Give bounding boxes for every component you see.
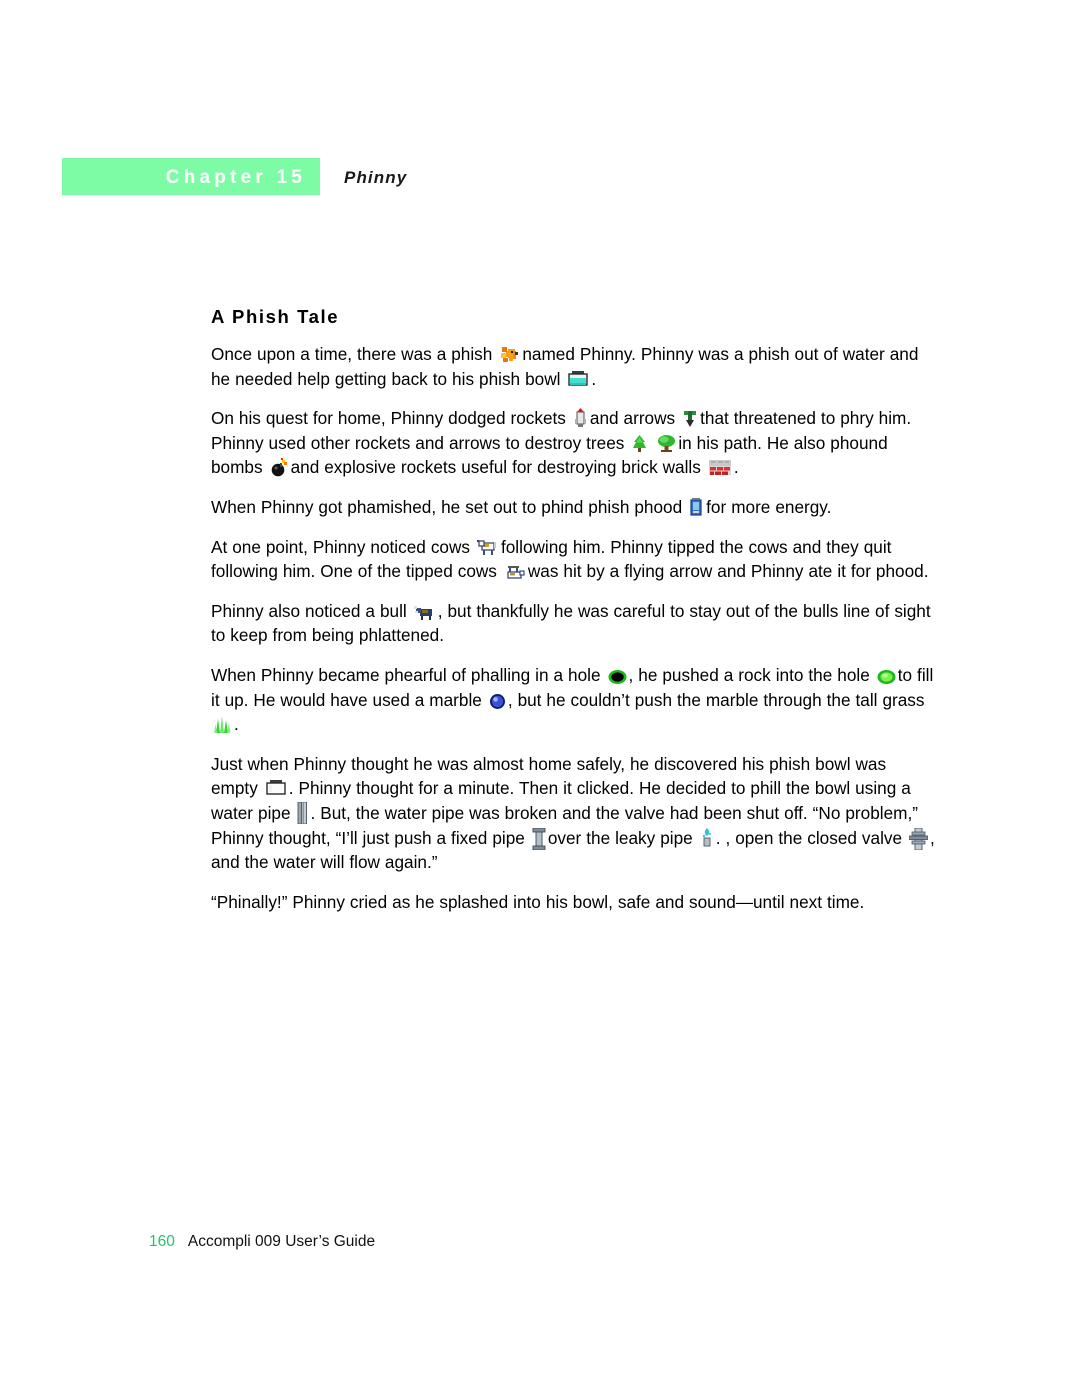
p6-text-b: , he pushed a rock into the hole bbox=[628, 664, 870, 685]
bull-icon bbox=[413, 604, 436, 621]
p6-text-a: When Phinny became phearful of phalling … bbox=[211, 664, 601, 685]
brick-wall-icon bbox=[708, 458, 732, 477]
p6-text-e: . bbox=[234, 714, 239, 735]
phish-bowl-empty-icon bbox=[265, 779, 287, 798]
document-name: Accompli 009 User’s Guide bbox=[187, 1233, 376, 1250]
water-pipe-icon bbox=[297, 801, 308, 824]
chapter-header: Chapter 15 Phinny bbox=[0, 158, 1080, 198]
p3-text-a: When Phinny got phamished, he set out to… bbox=[211, 496, 683, 517]
p4-text-a: At one point, Phinny noticed cows bbox=[211, 536, 470, 557]
paragraph-2: On his quest for home, Phinny dodged roc… bbox=[211, 406, 935, 480]
page-footer: 160 Accompli 009 User’s Guide bbox=[149, 1233, 375, 1251]
phish-phood-icon bbox=[689, 497, 704, 517]
cow-icon bbox=[476, 538, 499, 557]
tall-grass-icon bbox=[213, 715, 232, 734]
bomb-icon bbox=[270, 458, 289, 477]
page-number: 160 bbox=[149, 1233, 175, 1250]
phish-bowl-full-icon bbox=[567, 370, 589, 389]
chapter-label: Chapter 15 bbox=[165, 167, 306, 188]
p7-text-e: . , open the closed valve bbox=[715, 827, 903, 848]
paragraph-6: When Phinny became phearful of phalling … bbox=[211, 663, 935, 737]
p6-text-d: , but he couldn’t push the marble throug… bbox=[507, 689, 925, 710]
p3-text-b: for more energy. bbox=[706, 496, 832, 517]
p1-text-a: Once upon a time, there was a phish bbox=[211, 344, 493, 364]
phish-fish-icon bbox=[499, 346, 520, 364]
arrow-icon bbox=[682, 410, 698, 428]
rocket-icon bbox=[573, 408, 588, 428]
paragraph-5: Phinny also noticed a bull , but thankfu… bbox=[211, 599, 935, 648]
tipped-cow-icon bbox=[504, 562, 526, 581]
fixed-pipe-icon bbox=[532, 827, 546, 850]
marble-icon bbox=[489, 693, 506, 710]
paragraph-1: Once upon a time, there was a phish name… bbox=[211, 342, 935, 391]
hole-icon bbox=[608, 669, 627, 685]
running-head-title: Phinny bbox=[344, 168, 408, 187]
tree-trunk-icon bbox=[657, 434, 676, 453]
valve-icon bbox=[909, 827, 929, 850]
paragraph-3: When Phinny got phamished, he set out to… bbox=[211, 495, 935, 520]
p5-text-a: Phinny also noticed a bull bbox=[211, 600, 407, 621]
paragraph-8: “Phinally!” Phinny cried as he splashed … bbox=[211, 891, 865, 912]
p1-text-c: . bbox=[591, 368, 597, 389]
chapter-banner: Chapter 15 bbox=[62, 158, 320, 195]
paragraph-7: Just when Phinny thought he was almost h… bbox=[211, 752, 935, 875]
page-title: A Phish Tale bbox=[211, 306, 340, 327]
page-content: A Phish Tale Once upon a time, there was… bbox=[211, 306, 935, 914]
paragraph-4: At one point, Phinny noticed cows follow… bbox=[211, 535, 935, 584]
rock-icon bbox=[877, 669, 896, 685]
p2-text-b: and arrows bbox=[589, 408, 676, 429]
p2-text-e: and explosive rockets useful for destroy… bbox=[290, 457, 701, 478]
p4-text-c: was hit by a flying arrow and Phinny ate… bbox=[527, 561, 929, 582]
p2-text-a: On his quest for home, Phinny dodged roc… bbox=[211, 408, 566, 429]
p7-text-d: over the leaky pipe bbox=[547, 827, 693, 848]
tree-bush-icon bbox=[631, 434, 648, 453]
p2-text-f: . bbox=[733, 457, 739, 478]
leaky-pipe-icon bbox=[700, 827, 714, 847]
